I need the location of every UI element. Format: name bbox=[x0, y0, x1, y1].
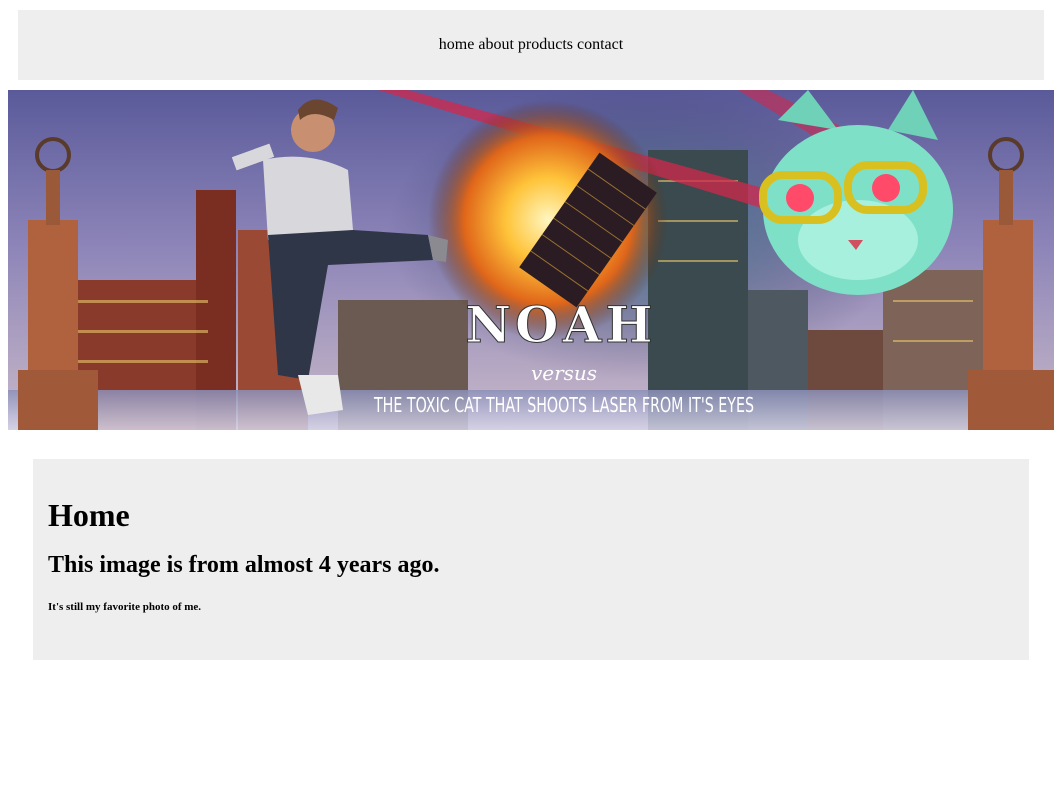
nav-link-home[interactable]: home bbox=[439, 36, 475, 54]
nav-link-contact[interactable]: contact bbox=[577, 36, 623, 54]
page-subheading: This image is from almost 4 years ago. bbox=[48, 552, 440, 578]
content-panel: Home This image is from almost 4 years a… bbox=[33, 459, 1029, 660]
banner-title: NOAH bbox=[465, 295, 656, 354]
banner-subtitle: THE TOXIC CAT THAT SHOOTS LASER FROM IT'… bbox=[373, 393, 754, 417]
top-navbar: home about products contact bbox=[18, 10, 1044, 80]
page-heading: Home bbox=[48, 497, 130, 533]
hero-banner-image: NOAH versus THE TOXIC CAT THAT SHOOTS LA… bbox=[8, 90, 1054, 430]
banner-versus: versus bbox=[531, 361, 597, 385]
nav-link-products[interactable]: products bbox=[518, 36, 573, 54]
nav-link-about[interactable]: about bbox=[478, 36, 514, 54]
page: home about products contact NOAH versus … bbox=[0, 0, 1062, 788]
page-note: It's still my favorite photo of me. bbox=[48, 601, 202, 613]
